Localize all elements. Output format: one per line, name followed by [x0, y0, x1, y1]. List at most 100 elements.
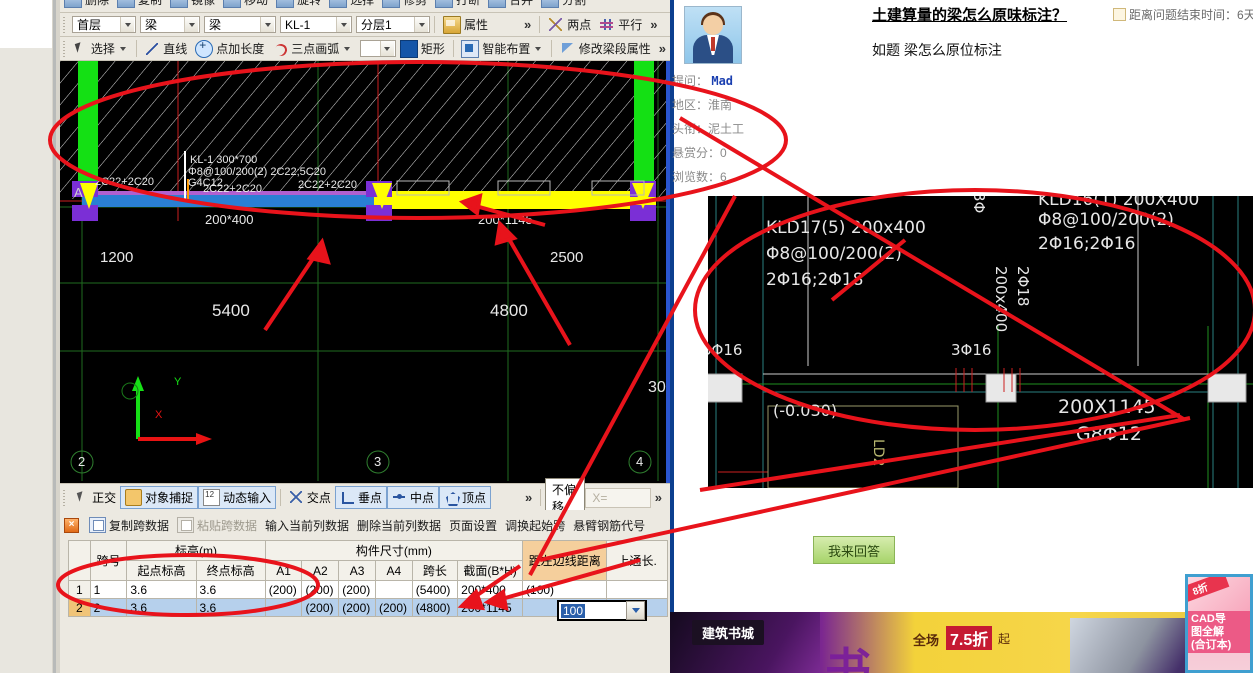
- cell-a1[interactable]: [264, 598, 303, 617]
- cell-a3[interactable]: (200): [338, 598, 376, 617]
- cell-distance-left[interactable]: (100): [522, 580, 608, 599]
- right-toolbar-overflow-button[interactable]: »: [646, 17, 661, 32]
- member-dropdown[interactable]: KL-1: [280, 16, 352, 33]
- statusbar-overflow-button[interactable]: »: [521, 490, 536, 505]
- col-start-elev[interactable]: 起点标高: [126, 560, 197, 581]
- cell-a4[interactable]: (200): [374, 598, 413, 617]
- properties-button[interactable]: 属性: [439, 15, 492, 35]
- col-span-length[interactable]: 跨长: [411, 560, 459, 581]
- col-top-through[interactable]: 上通长.: [606, 540, 668, 581]
- bottom-ad-banner[interactable]: 建筑书城 书 全场 7.5折 起: [670, 612, 1253, 673]
- table-row[interactable]: 1 1 3.6 3.6 (200) (200) (200) (5400) 200…: [68, 580, 668, 599]
- snap-perpendicular-toggle[interactable]: 垂点: [334, 486, 387, 509]
- close-icon[interactable]: ×: [64, 517, 79, 533]
- cantilever-rebar-code-button[interactable]: 悬臂钢筋代号: [573, 517, 645, 534]
- point-length-tool-button[interactable]: 点加长度: [191, 38, 268, 59]
- chevron-down-icon[interactable]: [342, 41, 352, 56]
- chevron-down-icon[interactable]: [184, 17, 198, 32]
- col-end-elev[interactable]: 终点标高: [195, 560, 266, 581]
- dynamic-input-toggle[interactable]: 动态输入: [198, 486, 277, 509]
- banner-shop-tab[interactable]: 建筑书城: [692, 620, 765, 645]
- input-current-column-button[interactable]: 输入当前列数据: [265, 517, 349, 534]
- statusbar-right-overflow-button[interactable]: »: [651, 490, 666, 505]
- edit-tool-5[interactable]: 选择: [325, 0, 378, 9]
- category-dropdown[interactable]: 梁: [140, 16, 200, 33]
- cell-span-length[interactable]: (4800): [411, 598, 459, 617]
- edit-tool-3[interactable]: 移动: [219, 0, 272, 9]
- floor-dropdown[interactable]: 首层: [72, 16, 136, 33]
- rectangle-tool-button[interactable]: 矩形: [396, 39, 449, 59]
- cell-a2[interactable]: (200): [301, 598, 340, 617]
- chevron-down-icon[interactable]: [533, 41, 543, 56]
- cell-a3[interactable]: (200): [338, 580, 376, 599]
- cell-start-elev[interactable]: 3.6: [126, 598, 197, 617]
- answer-button[interactable]: 我来回答: [813, 536, 895, 564]
- col-distance-left[interactable]: 距左边线距离: [522, 540, 608, 581]
- edit-tool-4[interactable]: 旋转: [272, 0, 325, 9]
- edit-tool-8[interactable]: 合并: [484, 0, 537, 9]
- cell-end-elev[interactable]: 3.6: [195, 580, 266, 599]
- chevron-down-icon[interactable]: [414, 17, 428, 32]
- edit-tool-9[interactable]: 分割: [537, 0, 590, 9]
- cell-end-elev[interactable]: 3.6: [195, 598, 266, 617]
- cell-span-no[interactable]: 2: [89, 598, 128, 617]
- statusbar-grip[interactable]: [62, 489, 68, 506]
- edit-tool-2[interactable]: 镜像: [166, 0, 219, 9]
- draw-toolbar-overflow-button[interactable]: »: [655, 41, 670, 56]
- drawing-canvas[interactable]: KL-1 300*700 Φ8@100/200(2) 2C22;5C20 G4C…: [60, 61, 670, 483]
- cell-section[interactable]: 200*1145: [457, 598, 524, 617]
- toolbar-grip[interactable]: [62, 16, 69, 33]
- x-coordinate-field[interactable]: X=: [585, 487, 651, 508]
- edit-tool-7[interactable]: 打断: [431, 0, 484, 9]
- chevron-down-icon[interactable]: [260, 17, 274, 32]
- snap-vertex-toggle[interactable]: 顶点: [438, 486, 491, 509]
- three-point-arc-button[interactable]: 三点画弧: [268, 39, 356, 58]
- asker-name-link[interactable]: Mad: [711, 74, 733, 88]
- parallel-button[interactable]: 平行: [595, 15, 646, 34]
- col-a1[interactable]: A1: [264, 560, 303, 581]
- side-ad[interactable]: 8折 CAD导 图全解 (合订本): [1185, 574, 1253, 673]
- edit-beam-segment-button[interactable]: 修改梁段属性: [556, 39, 655, 58]
- two-point-button[interactable]: 两点: [544, 15, 595, 34]
- page-setup-button[interactable]: 页面设置: [449, 517, 497, 534]
- chevron-down-icon[interactable]: [120, 17, 134, 32]
- shape-dropdown[interactable]: [360, 40, 396, 57]
- toolbar-grip[interactable]: [62, 40, 65, 57]
- edit-tool-6[interactable]: 修剪: [378, 0, 431, 9]
- edit-tool-0[interactable]: 删除: [60, 0, 113, 9]
- ortho-toggle[interactable]: 正交: [70, 487, 120, 508]
- paste-span-data-button[interactable]: 粘贴跨数据: [177, 517, 257, 534]
- type-dropdown[interactable]: 梁: [204, 16, 276, 33]
- chevron-down-icon[interactable]: [336, 17, 350, 32]
- chevron-down-icon[interactable]: [379, 41, 394, 56]
- cell-section[interactable]: 200*400: [457, 580, 524, 599]
- smart-layout-button[interactable]: 智能布置: [457, 39, 547, 59]
- line-tool-button[interactable]: 直线: [140, 39, 191, 58]
- copy-span-data-button[interactable]: 复制跨数据: [89, 517, 169, 534]
- cell-a2[interactable]: (200): [301, 580, 340, 599]
- swap-start-span-button[interactable]: 调换起始跨: [505, 517, 565, 534]
- object-snap-toggle[interactable]: 对象捕捉: [120, 486, 199, 509]
- question-title[interactable]: 土建算量的梁怎么原味标注？: [872, 4, 1067, 25]
- cell-top-through[interactable]: [606, 580, 668, 599]
- snap-intersection-toggle[interactable]: 交点: [285, 487, 335, 508]
- chevron-down-icon[interactable]: [626, 601, 645, 620]
- attached-cad-drawing[interactable]: KLD17(5) 200x400 Φ8@100/200(2) 2Φ16;2Φ18…: [708, 196, 1253, 488]
- toolbar-overflow-button[interactable]: »: [520, 17, 535, 32]
- layer-dropdown[interactable]: 分层1: [356, 16, 430, 33]
- cell-span-length[interactable]: (5400): [411, 580, 459, 599]
- cell-a1[interactable]: (200): [264, 580, 303, 599]
- col-a4[interactable]: A4: [374, 560, 413, 581]
- col-span-no[interactable]: 跨号: [89, 540, 128, 581]
- chevron-down-icon[interactable]: [118, 41, 128, 56]
- delete-current-column-button[interactable]: 删除当前列数据: [357, 517, 441, 534]
- col-a2[interactable]: A2: [301, 560, 340, 581]
- snap-midpoint-toggle[interactable]: 中点: [386, 486, 439, 509]
- col-section[interactable]: 截面(B*H): [457, 560, 524, 581]
- cell-span-no[interactable]: 1: [89, 580, 128, 599]
- distance-left-editor[interactable]: 100: [557, 600, 647, 621]
- select-tool-button[interactable]: 选择: [68, 39, 132, 58]
- cell-start-elev[interactable]: 3.6: [126, 580, 197, 599]
- col-a3[interactable]: A3: [338, 560, 376, 581]
- cell-a4[interactable]: [374, 580, 413, 599]
